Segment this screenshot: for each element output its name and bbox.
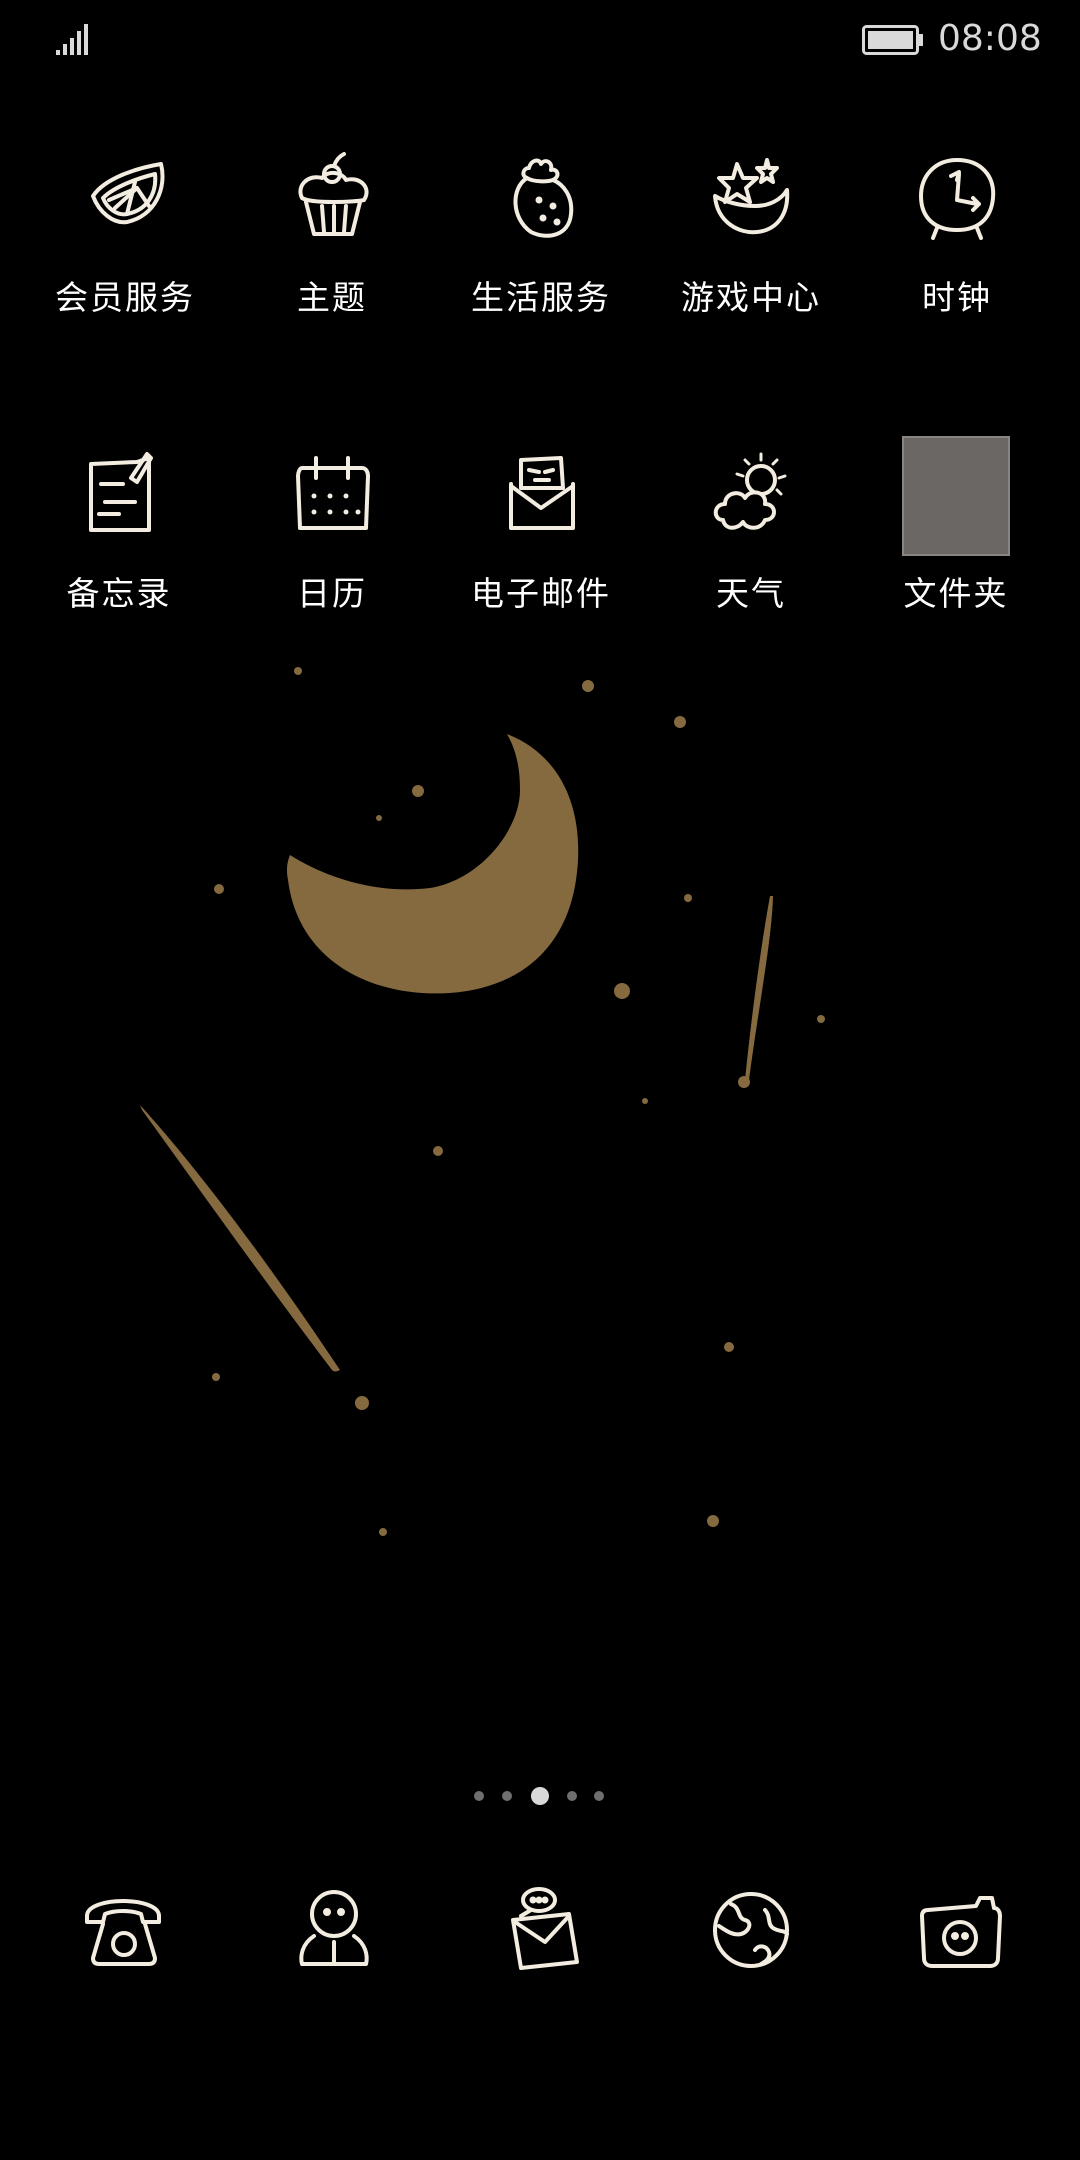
dock-camera[interactable] [910, 1880, 1010, 1980]
app-life-services[interactable]: 生活服务 [441, 148, 641, 378]
app-label: 备忘录 [66, 574, 172, 613]
app-calendar[interactable]: 日历 [232, 444, 432, 674]
shooting-star-long [140, 1105, 340, 1372]
app-label: 电子邮件 [471, 574, 611, 613]
dock-phone[interactable] [73, 1880, 173, 1980]
dock-messages[interactable] [493, 1880, 593, 1980]
home-screen: 08:08 会员服务 主题 生活服务 游戏中心 时钟 备忘录 日历 电子邮件 天… [0, 0, 1080, 2160]
status-bar: 08:08 [0, 0, 1080, 80]
page-dot[interactable] [567, 1791, 577, 1801]
app-label: 时钟 [922, 278, 992, 317]
app-label: 文件夹 [903, 574, 1009, 613]
app-member-services[interactable]: 会员服务 [25, 148, 225, 378]
contacts-icon [299, 1890, 369, 1966]
folder-icon [902, 436, 1010, 556]
page-dot[interactable] [502, 1791, 512, 1801]
app-label: 日历 [297, 574, 367, 613]
messages-icon [511, 1887, 579, 1970]
app-label: 天气 [716, 574, 786, 613]
app-label: 主题 [297, 278, 367, 317]
app-folder[interactable]: 文件夹 [856, 436, 1056, 674]
app-clock[interactable]: 时钟 [857, 148, 1057, 378]
app-game-center[interactable]: 游戏中心 [651, 148, 851, 378]
crescent-moon [286, 734, 579, 994]
app-label: 会员服务 [55, 278, 195, 317]
signal-icon [56, 24, 88, 55]
status-time: 08:08 [938, 18, 1042, 59]
weather-icon [713, 452, 787, 530]
app-weather[interactable]: 天气 [651, 444, 851, 674]
dock-browser[interactable] [701, 1880, 801, 1980]
shooting-star-short [745, 896, 773, 1080]
app-themes[interactable]: 主题 [232, 148, 432, 378]
app-label: 生活服务 [471, 278, 611, 317]
browser-icon [713, 1892, 789, 1968]
calendar-icon [296, 456, 370, 530]
strawberry-icon [513, 158, 574, 238]
star-bowl-icon [713, 158, 790, 235]
cupcake-icon [298, 152, 369, 236]
camera-icon [920, 1896, 1002, 1968]
battery-icon [862, 25, 923, 55]
app-label: 游戏中心 [681, 278, 821, 317]
page-indicator[interactable] [0, 1786, 1080, 1806]
phone-icon [85, 1899, 161, 1966]
clock-icon [919, 158, 996, 240]
dock-contacts[interactable] [284, 1880, 384, 1980]
page-dot-active[interactable] [531, 1787, 549, 1805]
memo-icon [89, 452, 153, 532]
citrus-slice-icon [91, 162, 165, 225]
app-memo[interactable]: 备忘录 [19, 444, 219, 674]
app-email[interactable]: 电子邮件 [441, 444, 641, 674]
page-dot[interactable] [474, 1791, 484, 1801]
email-icon [509, 456, 575, 530]
page-dot[interactable] [594, 1791, 604, 1801]
